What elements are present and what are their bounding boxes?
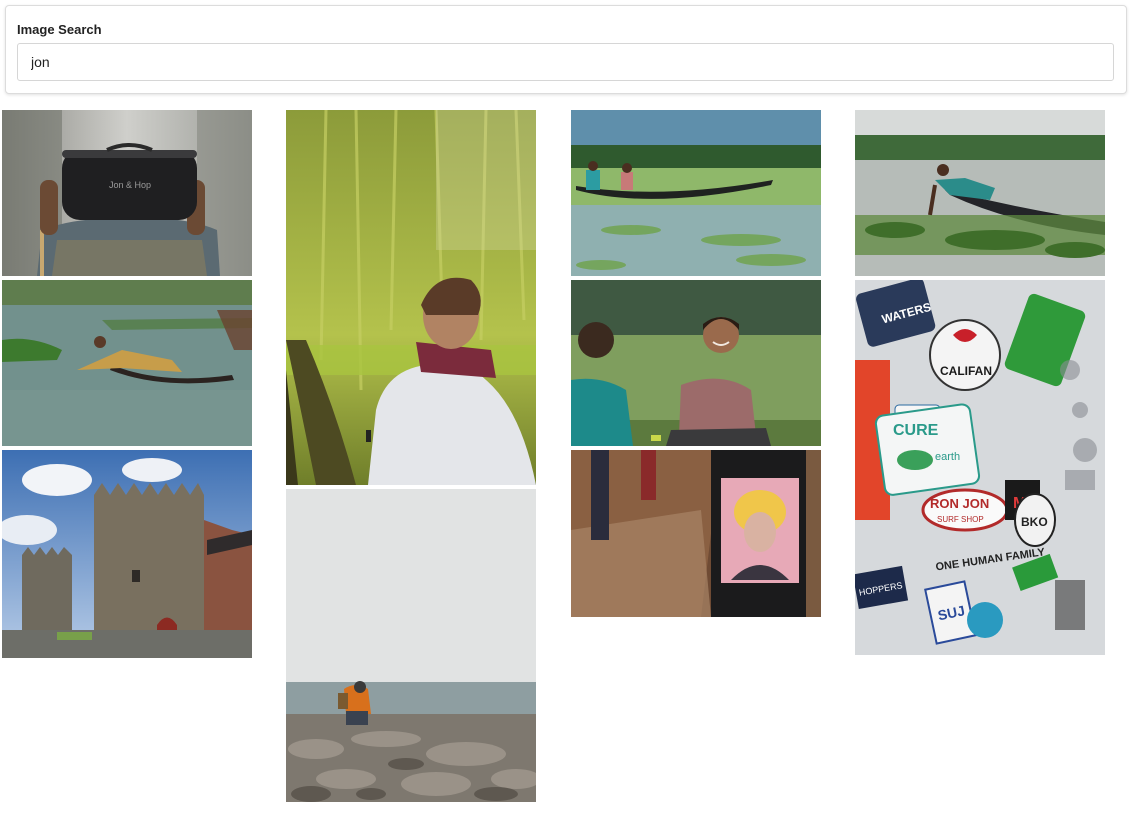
photo-man-on-wooden-boat-lake[interactable] bbox=[2, 280, 252, 446]
sticker-cure: CURE bbox=[893, 422, 939, 439]
search-panel: Image Search bbox=[5, 5, 1127, 94]
sticker-bko: BKO bbox=[1021, 515, 1048, 529]
photo-person-crouching-rocky-shore[interactable] bbox=[286, 489, 536, 802]
sticker-califan: CALIFAN bbox=[940, 364, 992, 378]
sticker-ron-jon: RON JON bbox=[930, 496, 989, 511]
sticker-earth: earth bbox=[935, 451, 960, 463]
bag-logo-text: Jon & Hop bbox=[109, 180, 151, 190]
photo-stone-castle-tower[interactable] bbox=[2, 450, 252, 658]
photo-man-pushing-boat[interactable] bbox=[855, 110, 1105, 276]
search-input[interactable] bbox=[17, 43, 1114, 81]
photo-pop-art-portrait-poster[interactable] bbox=[571, 450, 821, 617]
search-label: Image Search bbox=[17, 22, 102, 37]
photo-man-looking-at-willow-tree[interactable] bbox=[286, 110, 536, 485]
sticker-surf-shop: SURF SHOP bbox=[937, 515, 984, 524]
photo-boys-sitting-by-field[interactable] bbox=[571, 280, 821, 446]
photo-sticker-covered-wall[interactable]: WATERS CALIFAN CURE earth RON JON SURF S… bbox=[855, 280, 1105, 655]
photo-hands-holding-jon-hop-bag[interactable]: Jon & Hop bbox=[2, 110, 252, 276]
photo-two-people-in-canoe[interactable] bbox=[571, 110, 821, 276]
